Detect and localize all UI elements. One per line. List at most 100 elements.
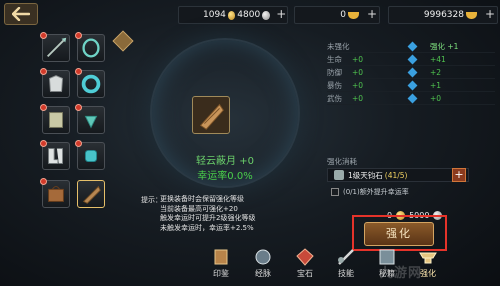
skill-icon — [338, 249, 354, 265]
material-count: (41/5) — [384, 170, 408, 180]
gem-icon — [296, 248, 314, 266]
seal-icon — [214, 249, 228, 265]
watermark: 九游网 — [380, 266, 423, 281]
enhance-button[interactable]: 强化 — [364, 222, 434, 246]
stat-current: +0 — [352, 54, 364, 64]
back-button[interactable] — [4, 3, 38, 25]
tab-gem[interactable]: 宝石 — [285, 248, 325, 279]
materials-title: 强化消耗 — [327, 157, 357, 166]
stone-icon — [334, 170, 344, 180]
tab-label: 宝石 — [297, 269, 313, 278]
selected-item-slot — [192, 96, 230, 134]
points-amount: 9996328 — [423, 10, 464, 20]
current-level-label: 未强化 — [327, 41, 350, 51]
equip-slot-belt[interactable] — [40, 104, 70, 134]
next-level-label: 强化 +1 — [430, 41, 459, 51]
tab-meridian[interactable]: 经脉 — [243, 248, 283, 279]
material-row: 1级天钧石 (41/5) — [327, 168, 469, 182]
stat-row-hp: 生命 +0 +41 — [327, 53, 495, 66]
extra-luck-checkbox[interactable] — [331, 188, 339, 196]
equip-slot-fan[interactable] — [77, 180, 105, 208]
notice-dot — [75, 104, 82, 111]
tab-seal[interactable]: 印鉴 — [201, 248, 241, 279]
equip-slot-bag[interactable] — [40, 178, 70, 208]
belt-icon — [49, 112, 63, 128]
equip-slot-amulet[interactable] — [75, 104, 105, 134]
stat-label: 暴伤 — [327, 80, 342, 90]
gold-coin-icon — [227, 10, 236, 20]
hint-line: 未触发幸运时，幸运率+2.5% — [160, 223, 254, 232]
hint-line: 更换装备时会保留强化等级 — [160, 195, 244, 203]
stat-current: +0 — [352, 80, 364, 90]
notice-dot — [75, 140, 82, 147]
jade-ring-icon — [81, 74, 101, 94]
notice-dot — [40, 32, 47, 39]
armor-icon — [49, 75, 63, 92]
back-arrow-icon — [12, 7, 30, 21]
fan-icon — [82, 185, 101, 204]
spear-icon — [46, 37, 67, 58]
currency-gold-silver: 1094 4800 + — [178, 6, 288, 24]
stat-next: +41 — [430, 54, 446, 64]
stat-label: 武伤 — [327, 93, 342, 103]
tab-skill[interactable]: 技能 — [326, 248, 366, 279]
stat-row-crit-damage: 暴伤 +0 +1 — [327, 79, 495, 92]
arrow-diamond-icon — [407, 54, 418, 65]
notice-dot — [75, 32, 82, 39]
arrow-diamond-icon — [407, 41, 418, 52]
stat-current: +0 — [352, 93, 364, 103]
boots-icon — [48, 148, 63, 164]
add-points-button[interactable]: + — [483, 8, 497, 22]
add-material-button[interactable]: + — [452, 168, 466, 182]
arrow-diamond-icon — [407, 67, 418, 78]
stat-label: 防御 — [327, 67, 342, 77]
notice-dot — [40, 178, 47, 185]
equip-slot-boots[interactable] — [40, 140, 70, 170]
fan-icon — [199, 103, 224, 130]
swap-icon — [112, 30, 134, 52]
bracelet-icon — [82, 38, 100, 58]
bag-icon — [48, 186, 64, 202]
meridian-icon — [255, 249, 271, 265]
add-currency-button[interactable]: + — [276, 8, 287, 22]
notice-dot — [40, 68, 47, 75]
equip-slot-armor[interactable] — [40, 68, 70, 98]
luck-rate: 幸运率0.0% — [197, 171, 253, 182]
add-ingot-button[interactable]: + — [365, 8, 379, 22]
arrow-diamond-icon — [407, 93, 418, 104]
material-name: 1级天钧石 — [348, 170, 383, 180]
stats-header: 未强化 强化 +1 — [327, 40, 495, 53]
amulet-icon — [84, 115, 98, 129]
notice-dot — [40, 104, 47, 111]
ingot-icon — [348, 11, 359, 19]
extra-luck-option[interactable]: (0/1)额外提升幸运率 — [331, 187, 409, 197]
stat-next: +1 — [430, 80, 442, 90]
hint-label: 提示： — [141, 196, 162, 204]
tab-label: 经脉 — [255, 269, 271, 278]
notice-dot — [40, 140, 47, 147]
hint-line: 当前装备最高可强化+20 — [160, 204, 238, 213]
exchange-slot[interactable] — [112, 30, 134, 52]
stat-row-defense: 防御 +0 +2 — [327, 66, 495, 79]
pendant-icon — [84, 149, 98, 163]
enhance-screen: 1094 4800 + 0 + 9996328 + 轻云蔽月 +0 幸运率0.0… — [0, 0, 500, 286]
tab-label: 技能 — [338, 269, 354, 278]
equip-slot-ring[interactable] — [75, 32, 105, 62]
stats-table: 未强化 强化 +1 生命 +0 +41 防御 +0 +2 暴伤 +0 +1 武伤… — [327, 40, 495, 105]
ingot-amount: 0 — [340, 10, 346, 20]
item-name: 轻云蔽月 +0 — [196, 156, 254, 167]
silver-amount: 4800 — [237, 10, 261, 20]
arrow-diamond-icon — [407, 80, 418, 91]
stat-label: 生命 — [327, 54, 342, 64]
hint-line: 触发幸运时可提升2级强化等级 — [160, 214, 256, 222]
equip-slot-bracelet[interactable] — [75, 68, 105, 98]
equip-slot-weapon[interactable] — [40, 32, 70, 62]
equip-slot-pendant[interactable] — [75, 140, 105, 170]
currency-ingot: 0 + — [294, 6, 380, 24]
gold-amount: 1094 — [203, 10, 226, 20]
stat-next: +0 — [430, 93, 442, 103]
tab-label: 印鉴 — [213, 269, 229, 278]
stat-row-weapon-damage: 武伤 +0 +0 — [327, 92, 495, 105]
silver-coin-icon — [262, 10, 270, 20]
stat-current: +0 — [352, 67, 364, 77]
